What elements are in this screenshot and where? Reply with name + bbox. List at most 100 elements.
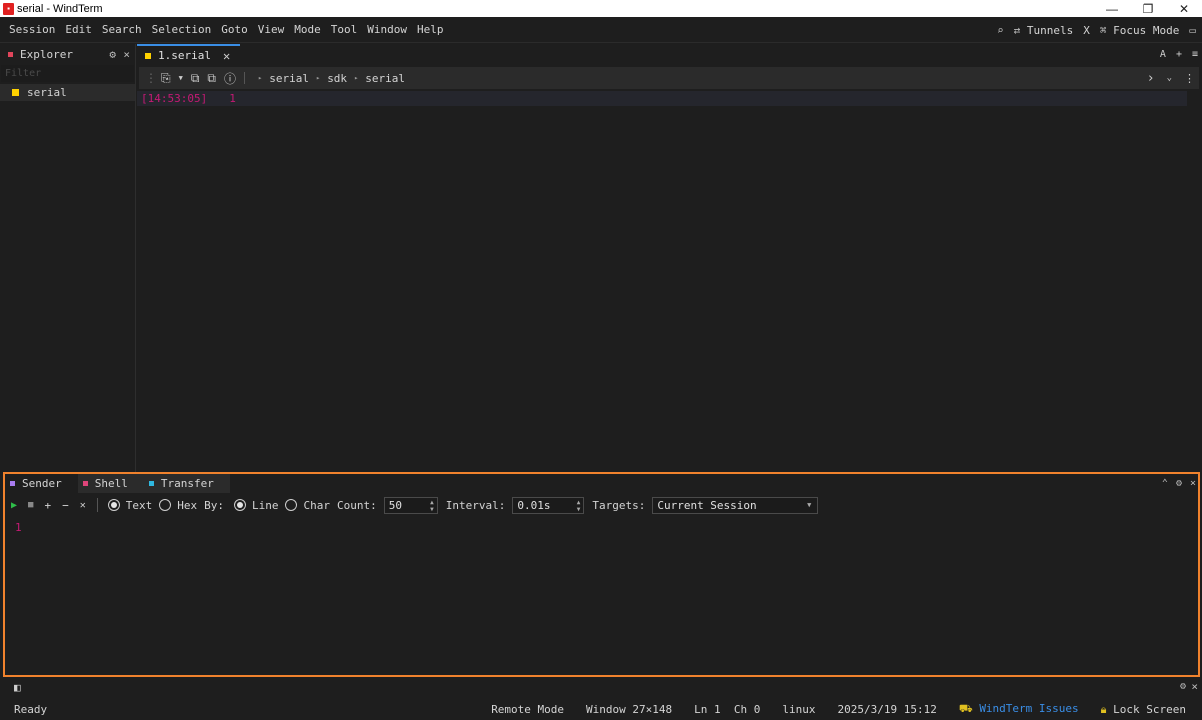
lock-screen-label: Lock Screen: [1113, 702, 1186, 716]
tab-transfer-label: Transfer: [160, 477, 214, 490]
sender-tabs-right: ⌃ ⚙ ×: [1162, 474, 1196, 493]
explorer-close-icon[interactable]: ×: [123, 48, 130, 61]
stepper-arrows-icon[interactable]: ▲ ▼: [577, 499, 581, 513]
explorer-item-serial[interactable]: serial: [0, 84, 135, 101]
play-icon[interactable]: ▶: [11, 500, 17, 511]
layout-icon[interactable]: ▭: [1189, 24, 1196, 37]
menu-window[interactable]: Window: [362, 23, 412, 36]
search-icon[interactable]: ⌕: [997, 24, 1004, 37]
line-radio-label[interactable]: Line: [252, 499, 279, 512]
breadcrumb-item[interactable]: serial: [365, 72, 405, 85]
tab-sender[interactable]: Sender: [5, 474, 78, 493]
grip-icon: ⋮: [145, 71, 157, 85]
explorer-settings-icon[interactable]: ⚙: [109, 48, 116, 61]
menu-goto[interactable]: Goto: [216, 23, 253, 36]
lock-icon: 🔒︎: [1100, 702, 1114, 716]
issues-link[interactable]: ⛟ WindTerm Issues: [959, 702, 1079, 717]
menu-right-tools: ⌕ ⇄ Tunnels X ⌘ Focus Mode ▭: [997, 17, 1196, 43]
menu-help[interactable]: Help: [412, 23, 449, 36]
focus-mode-button[interactable]: ⌘ Focus Mode: [1100, 24, 1179, 37]
x-button[interactable]: X: [1083, 24, 1090, 37]
panel-settings-icon[interactable]: ⚙: [1176, 478, 1182, 489]
editor-area: 1.serial ✕ A + ≡ ⋮ ⎘ ▼ ⧉ ⧉ ⓘ ▸ serial ▸ …: [137, 44, 1202, 472]
lock-screen-button[interactable]: 🔒︎ Lock Screen: [1101, 703, 1186, 717]
menu-bar: Session Edit Search Selection Goto View …: [0, 17, 1202, 43]
menu-edit[interactable]: Edit: [60, 23, 97, 36]
close-window-button[interactable]: ✕: [1166, 0, 1202, 17]
window-title: serial - WindTerm: [17, 2, 103, 15]
breadcrumb-item[interactable]: serial: [269, 72, 309, 85]
tab-close-icon[interactable]: ✕: [223, 49, 230, 63]
chevron-up-icon[interactable]: ⌃: [1162, 478, 1168, 489]
text-radio[interactable]: [107, 499, 120, 511]
menu-session[interactable]: Session: [0, 23, 60, 36]
duplicate-session-icon[interactable]: ⧉: [191, 71, 200, 86]
menu-view[interactable]: View: [253, 23, 290, 36]
breadcrumb-item[interactable]: sdk: [327, 72, 347, 85]
panel-close-icon[interactable]: ×: [1190, 478, 1196, 489]
targets-value: Current Session: [657, 498, 757, 512]
tab-color-icon: [145, 52, 151, 59]
info-icon[interactable]: ⓘ: [224, 70, 236, 87]
more-icon[interactable]: ⋮: [1184, 72, 1195, 85]
count-stepper[interactable]: 50 ▲ ▼: [383, 496, 438, 514]
char-radio[interactable]: [285, 499, 298, 511]
breadcrumb: ▸ serial ▸ sdk ▸ serial: [251, 72, 405, 85]
sender-content[interactable]: 1: [5, 517, 1198, 534]
strip-close-icon[interactable]: ×: [1191, 680, 1198, 693]
add-icon[interactable]: +: [44, 499, 51, 512]
remove-icon[interactable]: −: [62, 499, 69, 512]
dropdown-icon[interactable]: ▼: [179, 74, 183, 82]
stop-icon[interactable]: ■: [28, 500, 33, 510]
sender-dot-icon: [10, 481, 15, 486]
stepper-arrows-icon[interactable]: ▲ ▼: [430, 499, 434, 513]
terminal-timestamp: [14:53:05]: [141, 92, 208, 105]
interval-value: 0.01s: [517, 498, 551, 512]
menu-search[interactable]: Search: [97, 23, 147, 36]
menu-tool[interactable]: Tool: [326, 23, 363, 36]
targets-select[interactable]: Current Session ▼: [652, 496, 819, 514]
issues-icon: ⛟: [958, 702, 980, 715]
line-radio[interactable]: [233, 499, 246, 511]
toolbar-separator: [244, 72, 245, 84]
text-radio-label[interactable]: Text: [126, 499, 153, 512]
tab-transfer[interactable]: Transfer: [143, 474, 230, 493]
restore-button[interactable]: ❐: [1130, 0, 1166, 17]
menu-selection[interactable]: Selection: [147, 23, 217, 36]
tunnels-label: Tunnels: [1026, 23, 1074, 37]
font-button[interactable]: A: [1160, 49, 1166, 60]
tunnels-button[interactable]: ⇄ Tunnels: [1014, 24, 1074, 37]
explorer-filter-input[interactable]: Filter: [1, 65, 134, 82]
strip-settings-icon[interactable]: ⚙: [1180, 681, 1186, 692]
output-panel-icon[interactable]: ◧: [14, 681, 21, 694]
tab-shell[interactable]: Shell: [77, 474, 144, 493]
bottom-strip: ◧ ⚙ ×: [0, 679, 1202, 699]
hex-radio-label[interactable]: Hex: [177, 499, 197, 512]
breadcrumb-arrow-icon: ▸: [315, 74, 321, 82]
tunnel-icon: ⇄: [1013, 23, 1027, 37]
tabs-menu-button[interactable]: ≡: [1192, 49, 1198, 60]
minimize-button[interactable]: —: [1094, 0, 1130, 17]
explorer-dot-icon: [8, 52, 13, 57]
status-os: linux: [782, 703, 816, 716]
menu-mode[interactable]: Mode: [289, 23, 326, 36]
explorer-panel: Explorer ⚙ × Filter serial: [0, 44, 136, 472]
new-session-icon[interactable]: ⎘: [161, 71, 171, 86]
sender-tabs: Sender Shell Transfer ⌃ ⚙ ×: [5, 474, 1198, 493]
windterm-app-icon: ▪: [3, 2, 14, 15]
new-tab-button[interactable]: +: [1176, 49, 1182, 60]
interval-stepper[interactable]: 0.01s ▲ ▼: [512, 496, 585, 514]
clear-icon[interactable]: ✕: [80, 500, 86, 511]
status-bar: Ready Remote Mode Window 27×148 Ln 1 Ch …: [0, 699, 1202, 720]
chevron-down-icon[interactable]: ⌄: [1167, 73, 1172, 83]
status-remote-mode[interactable]: Remote Mode: [491, 703, 564, 716]
char-radio-label[interactable]: Char: [303, 499, 330, 512]
title-bar: ▪ serial - WindTerm — ❐ ✕: [0, 0, 1202, 17]
transfer-dot-icon: [148, 481, 154, 486]
terminal-output: 1: [229, 92, 236, 105]
tab-1-serial[interactable]: 1.serial ✕: [137, 44, 241, 65]
session-settings-icon[interactable]: ⧉: [207, 71, 216, 86]
chevron-right-icon[interactable]: ›: [1147, 71, 1155, 86]
hex-radio[interactable]: [159, 499, 172, 511]
shell-dot-icon: [82, 481, 88, 486]
